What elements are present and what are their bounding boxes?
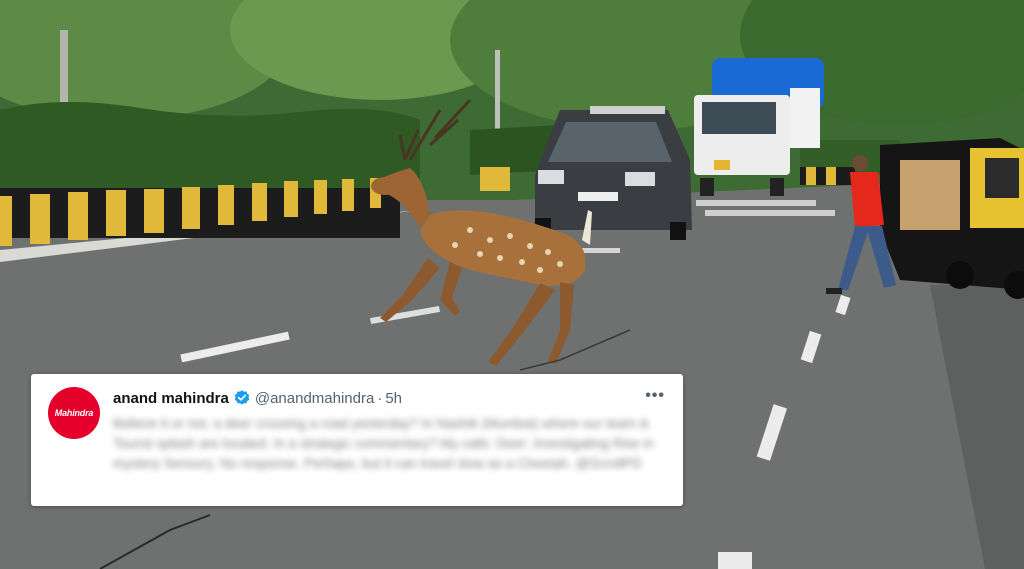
lane-marking: [580, 248, 620, 253]
tweet-card[interactable]: Mahindra anand mahindra @anandmahindra ·…: [31, 374, 683, 506]
lane-marking: [718, 552, 752, 569]
separator-dot: ·: [377, 389, 383, 407]
autorickshaw: [880, 138, 1024, 299]
hedge: [0, 101, 420, 200]
display-name[interactable]: anand mahindra: [113, 390, 229, 407]
more-options-icon[interactable]: •••: [645, 387, 665, 405]
zebra-crossing: [696, 200, 816, 206]
avatar[interactable]: Mahindra: [48, 387, 100, 439]
tweet-timestamp[interactable]: 5h: [385, 390, 402, 407]
verified-badge-icon: [234, 390, 250, 405]
car: [535, 106, 692, 240]
tweet-header: anand mahindra @anandmahindra · 5h: [113, 389, 402, 407]
zebra-crossing: [705, 210, 835, 216]
user-handle[interactable]: @anandmahindra: [255, 390, 374, 407]
street-pole: [495, 50, 500, 130]
tweet-body-blurred: Believe it or not, a deer crossing a roa…: [113, 416, 654, 471]
avatar-logo-text: Mahindra: [54, 408, 94, 418]
